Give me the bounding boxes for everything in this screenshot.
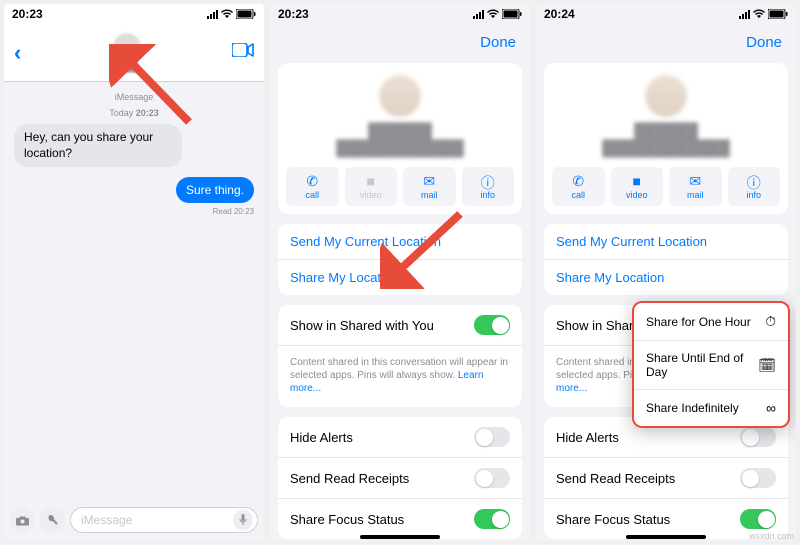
done-button[interactable]: Done (480, 34, 516, 51)
infinity-icon: ∞ (766, 400, 776, 416)
send-read-receipts-toggle[interactable] (474, 468, 510, 488)
annotation-arrow (380, 209, 470, 289)
sheet-header: Done (270, 24, 530, 57)
info-button[interactable]: ⓘinfo (728, 167, 781, 206)
camera-icon[interactable] (10, 508, 34, 532)
wifi-icon (486, 9, 500, 19)
hide-alerts-row: Hide Alerts (278, 417, 522, 458)
send-read-receipts-row: Send Read Receipts (544, 458, 788, 499)
calendar-icon: 🗓 (758, 357, 776, 374)
apps-icon[interactable] (40, 508, 64, 532)
mail-icon: ✉ (671, 173, 720, 189)
mail-button[interactable]: ✉mail (669, 167, 722, 206)
message-input-bar: iMessage (4, 507, 264, 533)
status-bar: 20:24 (536, 4, 796, 24)
annotation-arrow (109, 44, 199, 129)
incoming-message[interactable]: Hey, can you share your location? (14, 124, 182, 167)
action-buttons: ✆call ■video ✉mail ⓘinfo (286, 167, 514, 206)
popup-anchor: Share for One Hour ⏱ Share Until End of … (536, 305, 796, 407)
share-end-of-day[interactable]: Share Until End of Day 🗓 (634, 341, 788, 390)
location-group: Send My Current Location Share My Locati… (544, 224, 788, 295)
send-read-receipts-toggle[interactable] (740, 468, 776, 488)
share-indefinitely[interactable]: Share Indefinitely ∞ (634, 390, 788, 426)
phone-icon: ✆ (554, 173, 603, 189)
status-bar: 20:23 (4, 4, 264, 24)
show-in-shared-toggle[interactable] (474, 315, 510, 335)
wifi-icon (752, 9, 766, 19)
show-in-shared-row: Show in Shared with You (278, 305, 522, 346)
wifi-icon (220, 9, 234, 19)
phone-screen-messages: 20:23 ‹ ████ iMessage Today 20:23 Hey, c… (4, 4, 264, 541)
video-button[interactable]: ■video (345, 167, 398, 206)
settings-group: Hide Alerts Send Read Receipts Share Foc… (544, 417, 788, 539)
placeholder: iMessage (81, 513, 132, 527)
message-input[interactable]: iMessage (70, 507, 258, 533)
status-indicators (739, 9, 788, 19)
contact-name: ██████ ████████████ (286, 123, 514, 157)
send-read-receipts-row: Send Read Receipts (278, 458, 522, 499)
phone-screen-share-popup: 20:24 Done ██████ ████████████ ✆call ■vi… (536, 4, 796, 541)
video-icon: ■ (347, 173, 396, 189)
sheet-header: Done (536, 24, 796, 57)
facetime-button[interactable] (232, 43, 254, 62)
info-button[interactable]: ⓘinfo (462, 167, 515, 206)
contact-name: ██████ ████████████ (552, 123, 780, 157)
read-receipt: Read 20:23 (14, 205, 254, 216)
clock-icon: ⏱ (765, 313, 776, 330)
signal-icon (207, 9, 218, 19)
shared-description: Content shared in this conversation will… (278, 346, 522, 407)
avatar (379, 75, 421, 117)
hide-alerts-toggle[interactable] (740, 427, 776, 447)
send-current-location[interactable]: Send My Current Location (544, 224, 788, 260)
hide-alerts-toggle[interactable] (474, 427, 510, 447)
status-time: 20:23 (12, 7, 43, 21)
mail-icon: ✉ (405, 173, 454, 189)
phone-icon: ✆ (288, 173, 337, 189)
share-duration-menu: Share for One Hour ⏱ Share Until End of … (632, 301, 790, 428)
shared-with-you-group: Show in Shared with You Content shared i… (278, 305, 522, 407)
status-indicators (473, 9, 522, 19)
avatar (645, 75, 687, 117)
share-focus-toggle[interactable] (740, 509, 776, 529)
share-one-hour[interactable]: Share for One Hour ⏱ (634, 303, 788, 341)
settings-group: Hide Alerts Send Read Receipts Share Foc… (278, 417, 522, 539)
dictate-icon[interactable] (233, 510, 253, 530)
info-icon: ⓘ (730, 173, 779, 189)
info-icon: ⓘ (464, 173, 513, 189)
contact-card: ██████ ████████████ ✆call ■video ✉mail ⓘ… (278, 63, 522, 214)
status-time: 20:23 (278, 7, 309, 21)
status-indicators (207, 9, 256, 19)
action-buttons: ✆call ■video ✉mail ⓘinfo (552, 167, 780, 206)
call-button[interactable]: ✆call (552, 167, 605, 206)
share-focus-row: Share Focus Status (278, 499, 522, 539)
video-icon: ■ (613, 173, 662, 189)
done-button[interactable]: Done (746, 34, 782, 51)
home-indicator[interactable] (360, 535, 440, 539)
back-button[interactable]: ‹ (14, 40, 21, 66)
battery-icon (502, 9, 522, 19)
battery-icon (236, 9, 256, 19)
status-bar: 20:23 (270, 4, 530, 24)
call-button[interactable]: ✆call (286, 167, 339, 206)
battery-icon (768, 9, 788, 19)
signal-icon (473, 9, 484, 19)
outgoing-message[interactable]: Sure thing. (176, 177, 254, 203)
share-my-location[interactable]: Share My Location (544, 260, 788, 295)
status-time: 20:24 (544, 7, 575, 21)
contact-card: ██████ ████████████ ✆call ■video ✉mail ⓘ… (544, 63, 788, 214)
video-button[interactable]: ■video (611, 167, 664, 206)
phone-screen-contact-sheet: 20:23 Done ██████ ████████████ ✆call ■vi… (270, 4, 530, 541)
share-focus-toggle[interactable] (474, 509, 510, 529)
signal-icon (739, 9, 750, 19)
home-indicator[interactable] (626, 535, 706, 539)
mail-button[interactable]: ✉mail (403, 167, 456, 206)
watermark: wsxdn.com (749, 531, 794, 541)
